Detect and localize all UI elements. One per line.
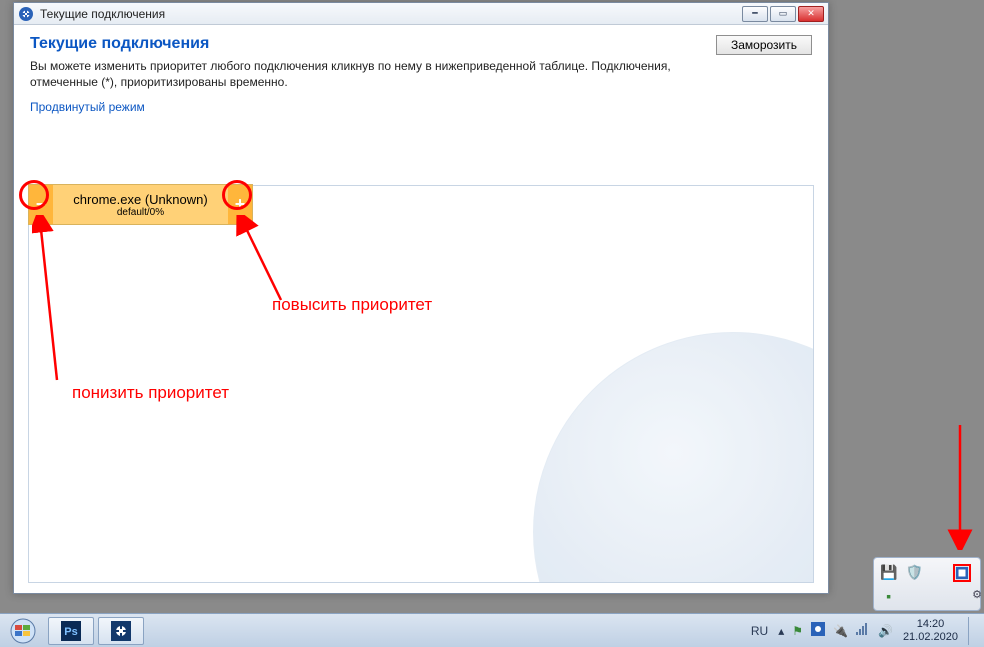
- taskbar-right: RU ▴ ⚑ 🔌 🔊 14:20 21.02.2020: [751, 617, 982, 645]
- start-button[interactable]: [2, 616, 44, 646]
- show-desktop-button[interactable]: [968, 617, 976, 645]
- tray-chevron-up-icon[interactable]: ▴: [778, 624, 784, 638]
- tray-icon-monitor[interactable]: ▪: [878, 586, 900, 606]
- maximize-button[interactable]: ▭: [770, 6, 796, 22]
- connections-panel: [28, 185, 814, 583]
- globe-decoration: [533, 332, 814, 583]
- minimize-button[interactable]: ━: [742, 6, 768, 22]
- connection-sub: default/0%: [57, 207, 224, 218]
- tray-icon-generic3[interactable]: [904, 586, 926, 606]
- tray-icon-disk[interactable]: 💾: [878, 562, 900, 582]
- app-icon: [18, 6, 34, 22]
- network-icon[interactable]: [856, 623, 870, 638]
- decrease-priority-button[interactable]: −: [29, 185, 53, 224]
- app-window: Текущие подключения ━ ▭ ✕ Текущие подклю…: [13, 2, 829, 594]
- taskbar-app-netlimiter[interactable]: [98, 617, 144, 645]
- close-button[interactable]: ✕: [798, 6, 824, 22]
- tray-icon-generic4[interactable]: [929, 586, 951, 606]
- window-title: Текущие подключения: [40, 7, 165, 21]
- page-description: Вы можете изменить приоритет любого подк…: [30, 59, 716, 90]
- windows-logo-icon: [8, 618, 38, 644]
- taskbar-app-photoshop[interactable]: Ps: [48, 617, 94, 645]
- titlebar[interactable]: Текущие подключения ━ ▭ ✕: [14, 3, 828, 25]
- advanced-mode-link[interactable]: Продвинутый режим: [30, 100, 145, 114]
- taskbar-clock[interactable]: 14:20 21.02.2020: [903, 618, 958, 642]
- tray-popup-customize-icon[interactable]: ⚙: [972, 588, 982, 601]
- taskbar: Ps RU ▴ ⚑ 🔌 🔊 14:20 21.02.2020: [0, 613, 984, 647]
- volume-icon[interactable]: 🔊: [878, 624, 893, 638]
- page-title: Текущие подключения: [30, 35, 716, 53]
- language-indicator[interactable]: RU: [751, 624, 768, 638]
- tray-icon-generic1[interactable]: [929, 562, 951, 582]
- connection-info[interactable]: chrome.exe (Unknown) default/0%: [53, 190, 228, 220]
- tray-overflow-popup: 💾 🛡️ ▪ ⚙: [873, 557, 981, 611]
- tray-app-icon[interactable]: [811, 622, 825, 639]
- connection-row[interactable]: − chrome.exe (Unknown) default/0% +: [28, 185, 814, 225]
- clock-date: 21.02.2020: [903, 631, 958, 643]
- connection-name: chrome.exe (Unknown): [57, 192, 224, 207]
- tray-icon-netlimiter[interactable]: [953, 564, 971, 582]
- window-controls: ━ ▭ ✕: [742, 6, 824, 22]
- clock-time: 14:20: [903, 618, 958, 630]
- connection-pill: − chrome.exe (Unknown) default/0% +: [28, 184, 253, 225]
- annotation-arrow-tray: [945, 420, 975, 550]
- svg-text:Ps: Ps: [64, 626, 77, 638]
- tray-icon-shield[interactable]: 🛡️: [904, 562, 926, 582]
- power-icon[interactable]: 🔌: [833, 624, 848, 638]
- increase-priority-button[interactable]: +: [228, 185, 252, 224]
- action-center-icon[interactable]: ⚑: [792, 624, 803, 638]
- system-tray: ▴ ⚑ 🔌 🔊: [778, 622, 893, 639]
- window-content: Текущие подключения Вы можете изменить п…: [14, 25, 828, 593]
- freeze-button[interactable]: Заморозить: [716, 35, 812, 55]
